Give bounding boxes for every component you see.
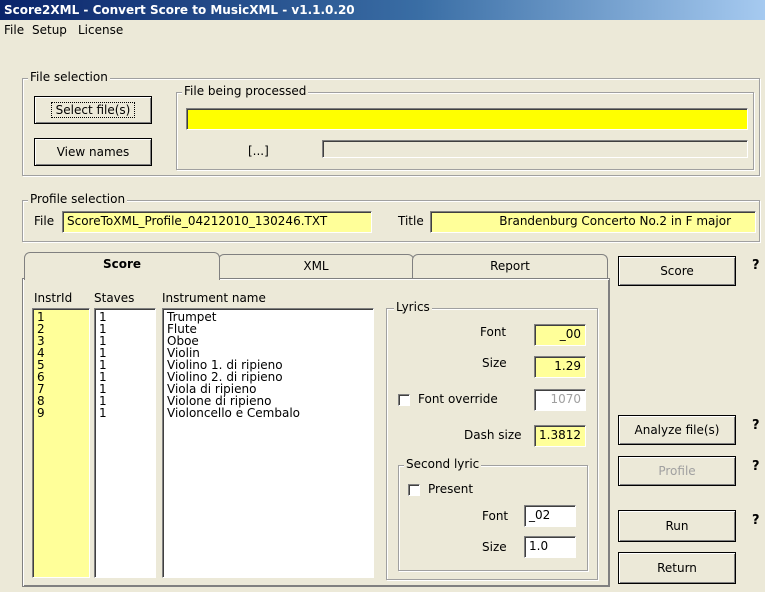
score-button-label: Score — [660, 264, 694, 278]
file-processed-group — [176, 92, 754, 170]
font-override-checkbox[interactable] — [398, 394, 410, 406]
menu-setup[interactable]: Setup — [32, 23, 67, 37]
menu-bar: File Setup License — [0, 20, 765, 40]
lyrics-size-label: Size — [482, 356, 507, 370]
profile-button[interactable]: Profile — [618, 456, 736, 486]
list-item: 1 — [99, 346, 107, 360]
file-processed-label: File being processed — [182, 84, 309, 98]
dash-size-label: Dash size — [464, 428, 522, 442]
tab-xml[interactable]: XML — [218, 254, 414, 279]
second-font-field[interactable]: _02 — [524, 505, 576, 527]
menu-license[interactable]: License — [78, 23, 123, 37]
instrument-name-list[interactable]: Trumpet Flute Oboe Violin Violino 1. di … — [162, 308, 374, 578]
list-item: 1 — [99, 358, 107, 372]
run-button[interactable]: Run — [618, 510, 736, 542]
select-files-label: Select file(s) — [50, 102, 136, 118]
profile-file-field: ScoreToXML_Profile_04212010_130246.TXT — [62, 211, 372, 233]
list-item: 9 — [37, 406, 45, 420]
list-item: Violoncello e Cembalo — [167, 406, 301, 420]
list-item: 1 — [99, 334, 107, 348]
list-item: 1 — [99, 382, 107, 396]
tab-report[interactable]: Report — [412, 254, 608, 279]
instrid-list[interactable]: 1 2 3 4 5 6 7 8 9 — [32, 308, 90, 578]
profile-button-label: Profile — [658, 464, 696, 478]
menu-file[interactable]: File — [4, 23, 24, 37]
file-selection-label: File selection — [28, 70, 110, 84]
font-override-field[interactable]: 1070 — [534, 389, 586, 411]
run-button-label: Run — [665, 519, 689, 533]
analyze-button-label: Analyze file(s) — [634, 423, 720, 437]
select-files-button[interactable]: Select file(s) — [34, 96, 152, 124]
list-item: 1 — [99, 322, 107, 336]
present-label: Present — [428, 482, 474, 496]
view-names-button[interactable]: View names — [34, 138, 152, 166]
col-instrid-header: InstrId — [34, 291, 73, 305]
staves-list[interactable]: 1 1 1 1 1 1 1 1 1 — [94, 308, 156, 578]
return-button[interactable]: Return — [618, 552, 736, 584]
dash-size-field[interactable]: 1.3812 — [534, 425, 586, 447]
tab-score[interactable]: Score — [24, 252, 220, 280]
second-size-label: Size — [482, 540, 507, 554]
col-staves-header: Staves — [94, 291, 135, 305]
font-override-label: Font override — [418, 392, 498, 406]
present-checkbox[interactable] — [408, 484, 420, 496]
list-item: 1 — [99, 310, 107, 324]
profile-selection-label: Profile selection — [28, 192, 128, 206]
current-file-field — [186, 108, 748, 130]
lyrics-label: Lyrics — [394, 300, 432, 314]
score-help-icon[interactable]: ? — [752, 258, 760, 273]
path-ellipsis: [...] — [248, 144, 269, 158]
second-size-field[interactable]: 1.0 — [524, 536, 576, 558]
list-item: 1 — [99, 370, 107, 384]
second-lyric-label: Second lyric — [404, 457, 482, 471]
analyze-files-button[interactable]: Analyze file(s) — [618, 415, 736, 445]
view-names-label: View names — [56, 145, 130, 159]
profile-title-label: Title — [398, 214, 424, 228]
profile-help-icon[interactable]: ? — [752, 459, 760, 474]
list-item: 1 — [99, 406, 107, 420]
profile-file-label: File — [34, 214, 55, 228]
col-name-header: Instrument name — [162, 291, 266, 305]
profile-title-field: Brandenburg Concerto No.2 in F major — [430, 211, 756, 233]
analyze-help-icon[interactable]: ? — [752, 418, 760, 433]
path-field — [322, 140, 748, 158]
return-button-label: Return — [657, 561, 697, 575]
window-title: Score2XML - Convert Score to MusicXML - … — [0, 0, 765, 20]
list-item: 1 — [99, 394, 107, 408]
second-font-label: Font — [482, 509, 509, 523]
run-help-icon[interactable]: ? — [752, 513, 760, 528]
lyrics-font-label: Font — [480, 325, 507, 339]
lyrics-size-field[interactable]: 1.29 — [534, 356, 586, 378]
lyrics-font-field[interactable]: _00 — [534, 324, 586, 346]
score-button[interactable]: Score — [618, 256, 736, 286]
list-item: Trumpet — [167, 310, 217, 324]
